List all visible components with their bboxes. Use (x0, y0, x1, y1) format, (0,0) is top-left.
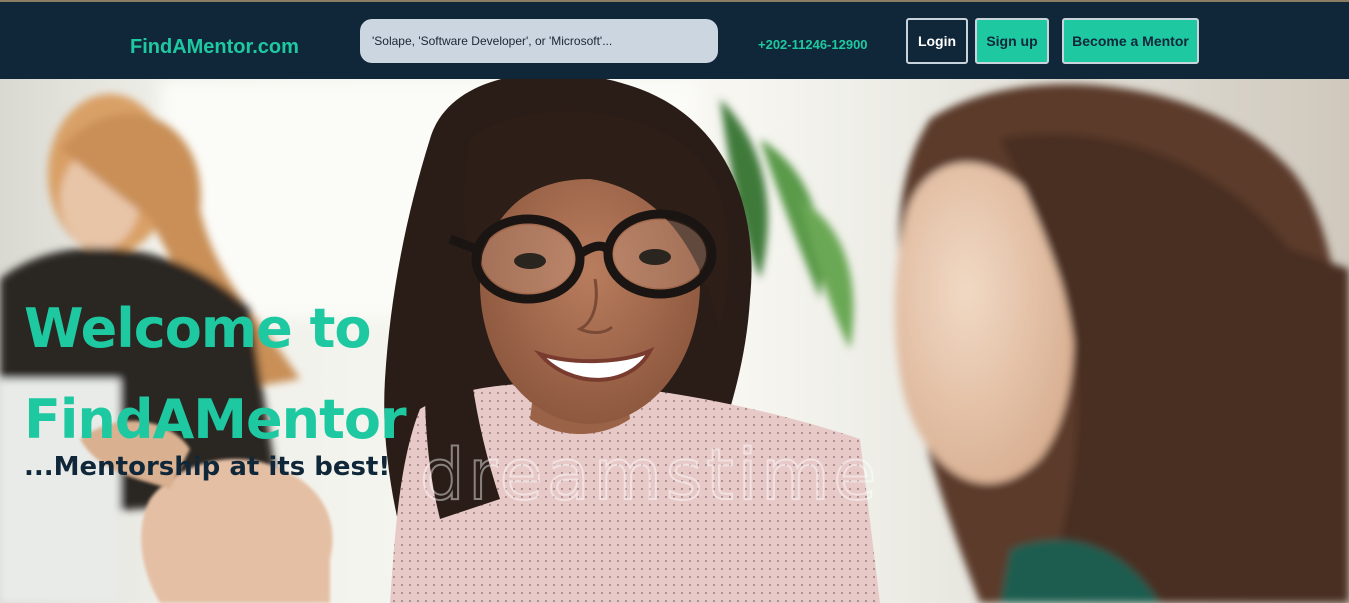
signup-button[interactable]: Sign up (975, 18, 1049, 64)
become-mentor-button[interactable]: Become a Mentor (1062, 18, 1199, 64)
phone-number: +202-11246-12900 (758, 37, 868, 52)
hero-tagline: ...Mentorship at its best! (24, 452, 391, 482)
login-button[interactable]: Login (906, 18, 968, 64)
brand-logo-text[interactable]: FindAMentor.com (130, 36, 299, 59)
navbar: FindAMentor.com +202-11246-12900 Login S… (0, 2, 1349, 79)
hero-headline: Welcome to FindAMentor (24, 297, 407, 451)
search-input[interactable] (360, 19, 718, 63)
watermark-text: dreamstime (420, 434, 880, 516)
hero-section: dreamstime Welcome to FindAMentor ...Men… (0, 79, 1349, 603)
foreground-person-right (894, 84, 1349, 603)
